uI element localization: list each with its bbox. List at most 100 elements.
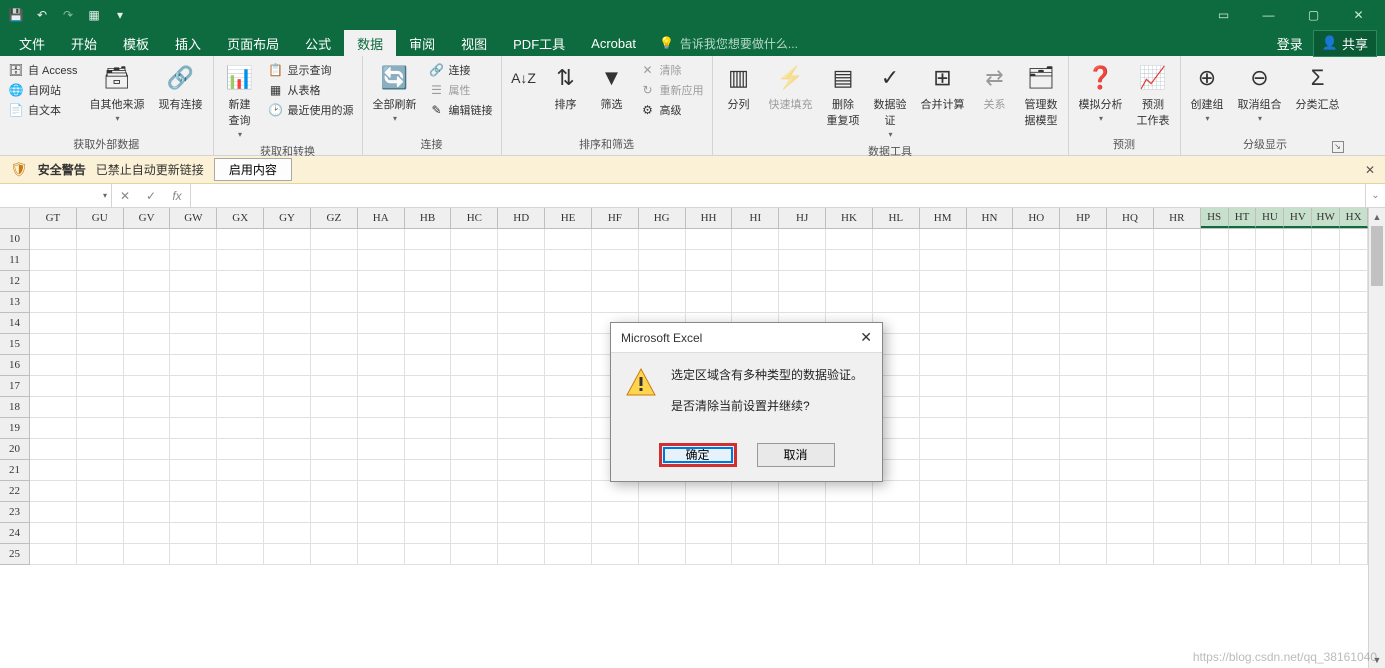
text-to-columns-button[interactable]: ▥分列 <box>717 60 761 114</box>
connections-button[interactable]: 🔗连接 <box>427 61 495 79</box>
column-header[interactable]: HX <box>1340 208 1368 228</box>
row-header[interactable]: 15 <box>0 334 29 355</box>
from-other-button[interactable]: 🗃自其他来源▾ <box>84 60 151 125</box>
column-header[interactable]: GY <box>264 208 311 228</box>
name-box-dropdown-icon[interactable]: ▾ <box>103 191 107 200</box>
tab-home[interactable]: 开始 <box>58 30 110 56</box>
undo-icon[interactable]: ↶ <box>30 3 54 27</box>
close-icon[interactable]: ✕ <box>1336 0 1381 30</box>
sort-asc-button[interactable]: A↓Z <box>506 60 542 96</box>
column-header[interactable]: HO <box>1013 208 1060 228</box>
column-header[interactable]: HP <box>1060 208 1107 228</box>
column-header[interactable]: HJ <box>779 208 826 228</box>
tab-file[interactable]: 文件 <box>6 30 58 56</box>
close-warning-icon[interactable]: ✕ <box>1365 163 1375 177</box>
column-header[interactable]: HT <box>1229 208 1257 228</box>
enable-content-button[interactable]: 启用内容 <box>214 158 292 181</box>
row-header[interactable]: 25 <box>0 544 29 565</box>
tab-insert[interactable]: 插入 <box>162 30 214 56</box>
refresh-all-button[interactable]: 🔄全部刷新▾ <box>367 60 423 125</box>
filter-button[interactable]: ▼筛选 <box>590 60 634 114</box>
group-button[interactable]: ⊕创建组▾ <box>1185 60 1230 125</box>
row-header[interactable]: 20 <box>0 439 29 460</box>
from-web-button[interactable]: 🌐自网站 <box>6 81 80 99</box>
column-header[interactable]: HQ <box>1107 208 1154 228</box>
minimize-icon[interactable]: — <box>1246 0 1291 30</box>
row-header[interactable]: 13 <box>0 292 29 313</box>
column-header[interactable]: HE <box>545 208 592 228</box>
column-header[interactable]: HL <box>873 208 920 228</box>
column-header[interactable]: HK <box>826 208 873 228</box>
cancel-formula-icon[interactable]: ✕ <box>112 189 138 203</box>
column-header[interactable]: GX <box>217 208 264 228</box>
sort-button[interactable]: ⇅排序 <box>544 60 588 114</box>
tab-acrobat[interactable]: Acrobat <box>578 30 649 56</box>
remove-dup-button[interactable]: ▤删除 重复项 <box>821 60 866 130</box>
consolidate-button[interactable]: ⊞合并计算 <box>915 60 971 114</box>
fx-icon[interactable]: fx <box>164 189 190 203</box>
row-header[interactable]: 23 <box>0 502 29 523</box>
column-header[interactable]: HG <box>639 208 686 228</box>
tab-view[interactable]: 视图 <box>448 30 500 56</box>
from-access-button[interactable]: 🗄自 Access <box>6 61 80 79</box>
dialog-close-icon[interactable]: ✕ <box>860 329 872 346</box>
column-header[interactable]: HM <box>920 208 967 228</box>
tab-data[interactable]: 数据 <box>344 30 396 56</box>
new-query-button[interactable]: 📊新建 查询▾ <box>218 60 262 141</box>
ribbon-options-icon[interactable]: ▭ <box>1201 0 1246 30</box>
scroll-thumb[interactable] <box>1371 226 1383 286</box>
tab-templates[interactable]: 模板 <box>110 30 162 56</box>
maximize-icon[interactable]: ▢ <box>1291 0 1336 30</box>
login-link[interactable]: 登录 <box>1277 34 1303 53</box>
row-header[interactable]: 14 <box>0 313 29 334</box>
ungroup-button[interactable]: ⊖取消组合▾ <box>1232 60 1288 125</box>
row-header[interactable]: 11 <box>0 250 29 271</box>
tab-formulas[interactable]: 公式 <box>292 30 344 56</box>
tab-layout[interactable]: 页面布局 <box>214 30 292 56</box>
whatif-button[interactable]: ❓模拟分析▾ <box>1073 60 1129 125</box>
subtotal-button[interactable]: Σ分类汇总 <box>1290 60 1346 114</box>
column-header[interactable]: HR <box>1154 208 1201 228</box>
column-header[interactable]: GZ <box>311 208 358 228</box>
column-header[interactable]: HH <box>686 208 733 228</box>
forecast-button[interactable]: 📈预测 工作表 <box>1131 60 1176 130</box>
touch-mode-icon[interactable]: ▦ <box>82 3 106 27</box>
column-header[interactable]: HV <box>1284 208 1312 228</box>
share-button[interactable]: 👤 共享 <box>1313 30 1377 57</box>
data-model-button[interactable]: 🗂管理数 据模型 <box>1019 60 1064 130</box>
cancel-button[interactable]: 取消 <box>757 443 835 467</box>
row-header[interactable]: 12 <box>0 271 29 292</box>
ok-button[interactable]: 确定 <box>659 443 737 467</box>
from-table-button[interactable]: ▦从表格 <box>266 81 356 99</box>
column-header[interactable]: GT <box>30 208 77 228</box>
column-header[interactable]: HN <box>967 208 1014 228</box>
scroll-up-icon[interactable]: ▲ <box>1369 208 1385 225</box>
advanced-filter-button[interactable]: ⚙高级 <box>638 101 706 119</box>
save-icon[interactable]: 💾 <box>4 3 28 27</box>
column-header[interactable]: GW <box>170 208 217 228</box>
row-header[interactable]: 22 <box>0 481 29 502</box>
edit-links-button[interactable]: ✎编辑链接 <box>427 101 495 119</box>
column-header[interactable]: HA <box>358 208 405 228</box>
row-header[interactable]: 21 <box>0 460 29 481</box>
tab-pdf[interactable]: PDF工具 <box>500 30 578 56</box>
formula-input[interactable] <box>191 184 1365 207</box>
column-header[interactable]: HI <box>732 208 779 228</box>
qat-customize-icon[interactable]: ▾ <box>108 3 132 27</box>
dialog-launcher-icon[interactable]: ↘ <box>1332 141 1344 153</box>
accept-formula-icon[interactable]: ✓ <box>138 189 164 203</box>
row-header[interactable]: 17 <box>0 376 29 397</box>
column-header[interactable]: GV <box>124 208 171 228</box>
column-header[interactable]: HC <box>451 208 498 228</box>
existing-conn-button[interactable]: 🔗现有连接 <box>153 60 209 114</box>
row-header[interactable]: 10 <box>0 229 29 250</box>
vertical-scrollbar[interactable]: ▲ ▼ <box>1368 208 1385 668</box>
column-header[interactable]: GU <box>77 208 124 228</box>
recent-sources-button[interactable]: 🕑最近使用的源 <box>266 101 356 119</box>
column-header[interactable]: HB <box>405 208 452 228</box>
row-header[interactable]: 18 <box>0 397 29 418</box>
row-header[interactable]: 16 <box>0 355 29 376</box>
column-header[interactable]: HF <box>592 208 639 228</box>
column-header[interactable]: HW <box>1312 208 1340 228</box>
row-header[interactable]: 24 <box>0 523 29 544</box>
